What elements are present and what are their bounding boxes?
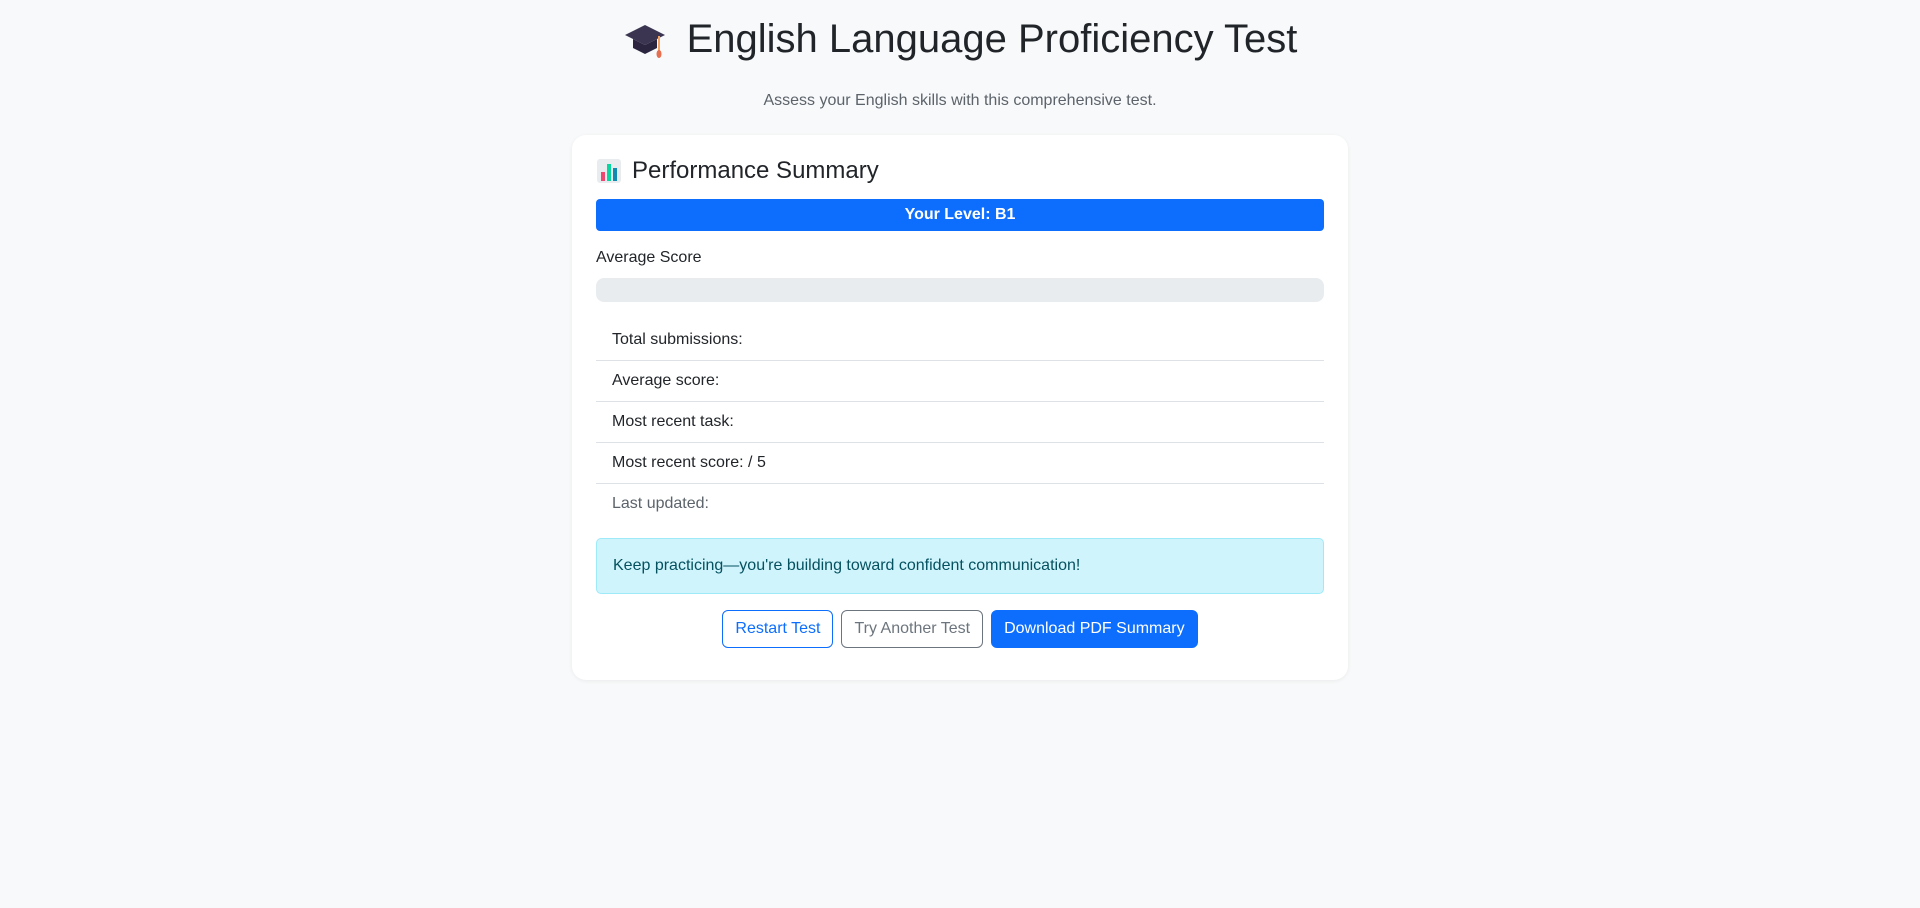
stat-most-recent-task: Most recent task:	[596, 402, 1324, 443]
download-pdf-button[interactable]: Download PDF Summary	[991, 610, 1198, 648]
page-title-row: English Language Proficiency Test	[623, 14, 1298, 64]
page-subtitle: Assess your English skills with this com…	[763, 92, 1157, 109]
graduation-cap-icon	[624, 25, 665, 58]
page-header: English Language Proficiency Test Assess…	[0, 0, 1920, 110]
restart-test-button[interactable]: Restart Test	[722, 610, 834, 648]
stat-total-submissions: Total submissions:	[596, 320, 1324, 361]
page-title: English Language Proficiency Test	[686, 17, 1298, 61]
try-another-test-button[interactable]: Try Another Test	[841, 610, 984, 648]
level-badge: Your Level: B1	[596, 199, 1324, 231]
stats-list: Total submissions: Average score: Most r…	[596, 320, 1324, 524]
stat-last-updated: Last updated:	[612, 495, 709, 512]
summary-title-row: Performance Summary	[596, 157, 1324, 185]
encouragement-message: Keep practicing—you're building toward c…	[596, 538, 1324, 594]
average-score-progress	[596, 278, 1324, 302]
stat-average-score: Average score:	[596, 361, 1324, 402]
action-buttons: Restart Test Try Another Test Download P…	[596, 610, 1324, 648]
stat-most-recent-score: Most recent score: / 5	[596, 443, 1324, 484]
bar-chart-icon	[597, 159, 621, 183]
summary-title: Performance Summary	[632, 157, 879, 184]
summary-card: Performance Summary Your Level: B1 Avera…	[572, 135, 1348, 680]
average-score-label: Average Score	[596, 249, 702, 266]
